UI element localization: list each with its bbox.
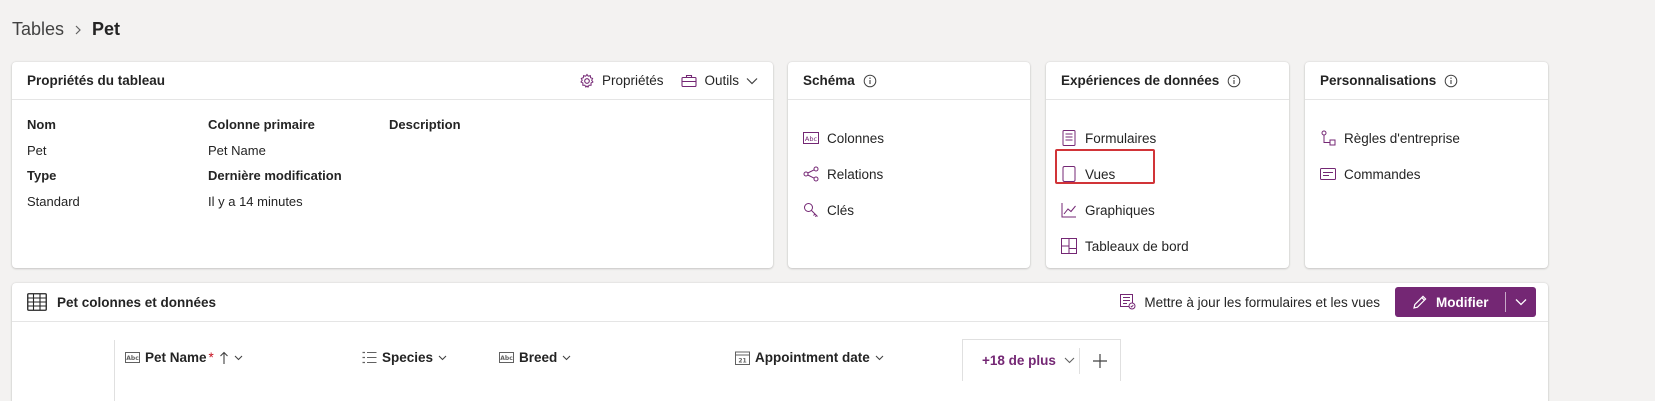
table-grid-icon [27, 293, 47, 311]
form-update-icon [1120, 294, 1136, 310]
modify-button[interactable]: Modifier [1395, 294, 1505, 310]
svg-text:Abc: Abc [805, 135, 818, 143]
option-set-icon [362, 351, 377, 364]
name-value: Pet [27, 142, 47, 158]
experience-item-label: Graphiques [1085, 202, 1155, 218]
chevron-down-icon [1515, 298, 1527, 306]
modify-dropdown-button[interactable] [1506, 298, 1536, 306]
column-header-breed[interactable]: Abc Breed [499, 350, 571, 365]
more-columns-label: +18 de plus [982, 353, 1056, 368]
column-header-species[interactable]: Species [362, 350, 447, 365]
text-field-icon: Abc [499, 352, 514, 363]
info-icon[interactable] [863, 74, 877, 88]
column-header-pet-name[interactable]: Abc Pet Name * [125, 350, 243, 365]
command-bar-icon [1320, 166, 1336, 182]
more-columns-box: +18 de plus [962, 339, 1121, 381]
experience-item-label: Formulaires [1085, 130, 1157, 146]
chevron-down-icon [875, 355, 884, 361]
column-header-appointment-date[interactable]: 21 Appointment date [735, 350, 884, 365]
description-label: Description [389, 117, 461, 132]
modify-split-button: Modifier [1395, 287, 1536, 317]
tools-menu-button[interactable]: Outils [681, 73, 758, 88]
breadcrumb-tables-link[interactable]: Tables [12, 19, 64, 40]
experience-item-label: Tableaux de bord [1085, 238, 1189, 254]
sort-ascending-icon [219, 351, 229, 365]
update-forms-views-button[interactable]: Mettre à jour les formulaires et les vue… [1120, 294, 1380, 310]
column-header-label: Species [382, 350, 434, 365]
personalization-item-label: Règles d'entreprise [1344, 130, 1460, 146]
pencil-icon [1412, 294, 1428, 310]
svg-text:Abc: Abc [126, 355, 139, 362]
flow-icon [1320, 130, 1336, 146]
chevron-right-icon [72, 24, 84, 36]
personalization-item-label: Commandes [1344, 166, 1421, 182]
properties-button-label: Propriétés [601, 73, 664, 88]
schema-item-label: Relations [827, 166, 884, 182]
properties-button[interactable]: Propriétés [579, 73, 664, 89]
last-modified-value: Il y a 14 minutes [208, 193, 303, 209]
chevron-down-icon [746, 77, 758, 85]
svg-text:21: 21 [738, 357, 746, 364]
highlight-box [1055, 149, 1155, 184]
column-header-label: Pet Name [145, 350, 207, 365]
svg-text:Abc: Abc [500, 355, 513, 362]
text-field-icon: Abc [125, 352, 140, 363]
column-header-label: Appointment date [755, 350, 870, 365]
data-grid: Abc Pet Name * Species Abc Breed 21 Appo… [12, 322, 1548, 401]
more-columns-button[interactable]: +18 de plus [963, 353, 1079, 368]
gear-icon [579, 73, 595, 89]
text-field-icon: Abc [803, 130, 819, 146]
columns-data-card: Pet colonnes et données Mettre à jour le… [12, 283, 1548, 401]
schema-item-relations[interactable]: Relations [803, 156, 1030, 192]
calendar-icon: 21 [735, 351, 750, 365]
primary-column-label: Colonne primaire [208, 117, 315, 132]
last-modified-label: Dernière modification [208, 168, 342, 183]
info-icon[interactable] [1444, 74, 1458, 88]
share-nodes-icon [803, 166, 819, 182]
tools-button-label: Outils [704, 73, 739, 88]
schema-item-label: Clés [827, 202, 855, 218]
info-icon[interactable] [1227, 74, 1241, 88]
schema-item-label: Colonnes [827, 130, 885, 146]
chevron-down-icon [1064, 357, 1075, 364]
breadcrumb-current: Pet [92, 19, 121, 39]
card-title: Personnalisations [1320, 73, 1437, 88]
column-header-label: Breed [519, 350, 558, 365]
chevron-down-icon [438, 355, 447, 361]
plus-icon [1092, 353, 1108, 369]
name-label: Nom [27, 117, 56, 132]
card-title: Expériences de données [1061, 73, 1220, 88]
toolbox-icon [681, 74, 698, 88]
key-icon [803, 202, 819, 218]
chevron-down-icon [234, 355, 243, 361]
schema-item-columns[interactable]: Abc Colonnes [803, 120, 1030, 156]
type-label: Type [27, 168, 57, 183]
primary-column-value: Pet Name [208, 142, 266, 158]
experience-item-charts[interactable]: Graphiques [1061, 192, 1289, 228]
personalization-item-commands[interactable]: Commandes [1320, 156, 1548, 192]
dashboard-icon [1061, 238, 1077, 254]
table-properties-card: Propriétés du tableau Propriétés Outils … [12, 62, 773, 268]
schema-card: Schéma Abc Colonnes Relations Clés [788, 62, 1030, 268]
line-chart-icon [1061, 202, 1077, 218]
required-marker: * [208, 350, 214, 365]
modify-button-label: Modifier [1436, 294, 1489, 310]
personalization-item-business-rules[interactable]: Règles d'entreprise [1320, 120, 1548, 156]
data-experiences-card: Expériences de données Formulaires Vues … [1046, 62, 1289, 268]
personalizations-card: Personnalisations Règles d'entreprise Co… [1305, 62, 1548, 268]
schema-item-keys[interactable]: Clés [803, 192, 1030, 228]
type-value: Standard [27, 193, 80, 209]
card-title: Pet colonnes et données [57, 294, 217, 310]
update-forms-views-label: Mettre à jour les formulaires et les vue… [1144, 294, 1380, 310]
form-icon [1061, 130, 1077, 146]
breadcrumb: Tables Pet [12, 19, 120, 40]
experience-item-dashboards[interactable]: Tableaux de bord [1061, 228, 1289, 264]
card-title: Propriétés du tableau [27, 73, 166, 88]
add-column-button[interactable] [1080, 353, 1120, 369]
chevron-down-icon [562, 355, 571, 361]
card-title: Schéma [803, 73, 855, 88]
